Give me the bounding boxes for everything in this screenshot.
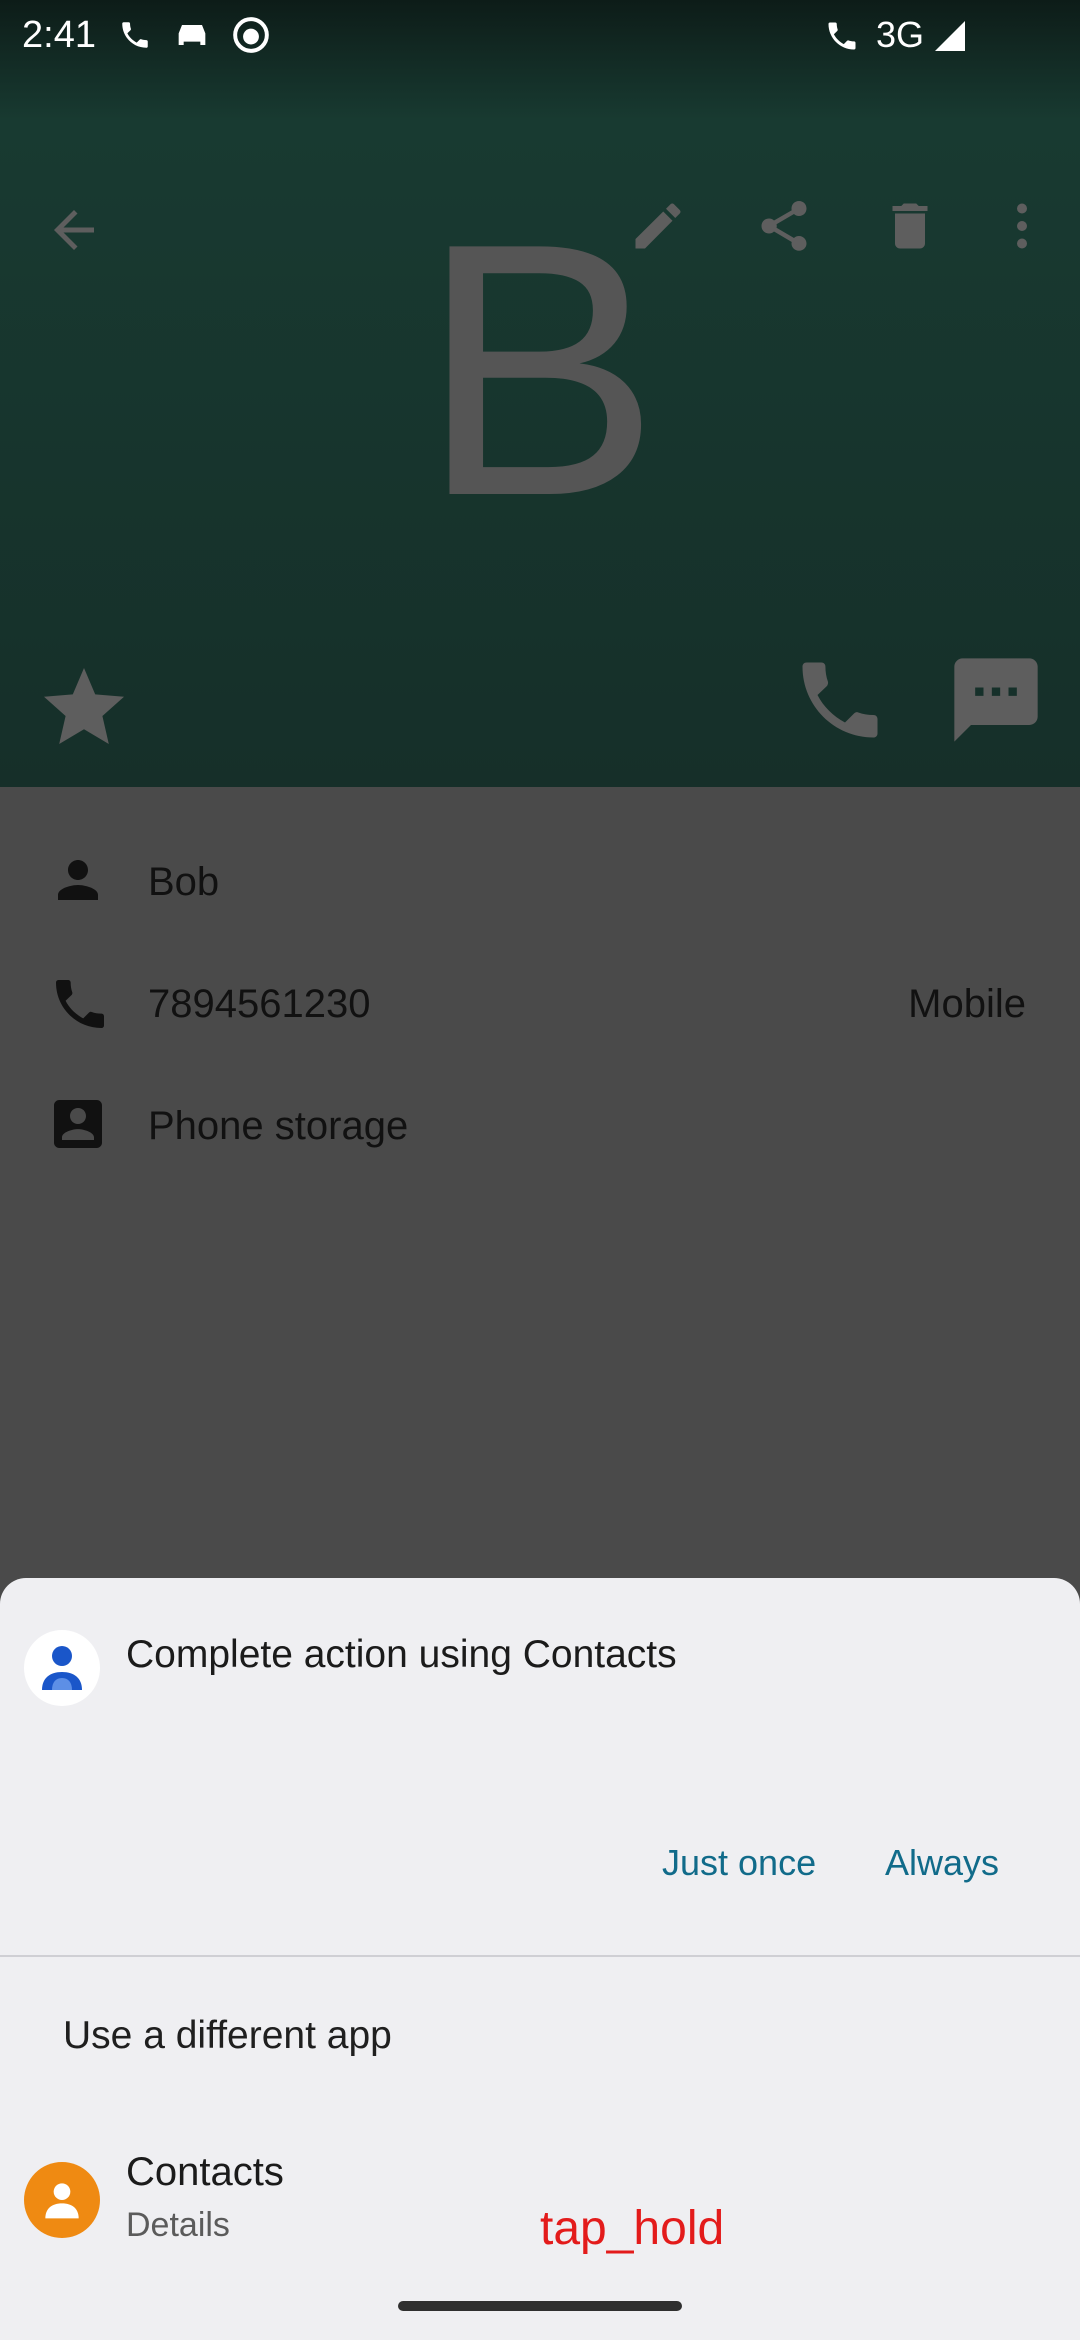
app-option-subtitle: Details (126, 2206, 230, 2244)
just-once-button[interactable]: Just once (662, 1842, 816, 1884)
star-icon[interactable] (36, 660, 132, 756)
home-indicator[interactable] (398, 2301, 682, 2311)
contact-name: Bob (148, 860, 220, 904)
message-icon[interactable] (946, 650, 1046, 750)
phone-row[interactable]: 7894561230 Mobile (0, 962, 1080, 1062)
signal-icon (935, 21, 965, 51)
resolver-sheet: Complete action using Contacts Just once… (0, 1578, 1080, 2340)
person-icon (45, 2183, 79, 2219)
name-row[interactable]: Bob (0, 840, 1080, 940)
contacts-option-icon (24, 2162, 100, 2238)
car-status-icon (178, 25, 206, 45)
contact-phone: 7894561230 (148, 982, 371, 1026)
sheet-divider (0, 1955, 1080, 1957)
network-type: 3G (876, 14, 925, 55)
status-bar: 2:41 3G (0, 0, 1080, 72)
sheet-title: Complete action using Contacts (126, 1633, 677, 1676)
account-row[interactable]: Phone storage (0, 1084, 1080, 1184)
different-app-heading: Use a different app (63, 2014, 392, 2057)
phone-number-icon (56, 980, 104, 1028)
contacts-logo-icon (42, 1646, 82, 1690)
wifi-calling-icon (828, 22, 856, 50)
person-icon (58, 860, 98, 900)
app-option-name: Contacts (126, 2150, 284, 2194)
phone-icon[interactable] (790, 650, 890, 750)
phone-type: Mobile (908, 982, 1026, 1026)
contacts-app-icon (24, 1630, 100, 1706)
action-overlay-label: tap_hold (540, 2202, 725, 2255)
always-button[interactable]: Always (885, 1842, 999, 1884)
android-status-icon (233, 17, 269, 53)
avatar-letter: B (419, 169, 661, 571)
status-time: 2:41 (22, 14, 96, 56)
account-box-icon (54, 1100, 102, 1148)
contact-account: Phone storage (148, 1104, 409, 1148)
call-status-icon (122, 22, 148, 48)
